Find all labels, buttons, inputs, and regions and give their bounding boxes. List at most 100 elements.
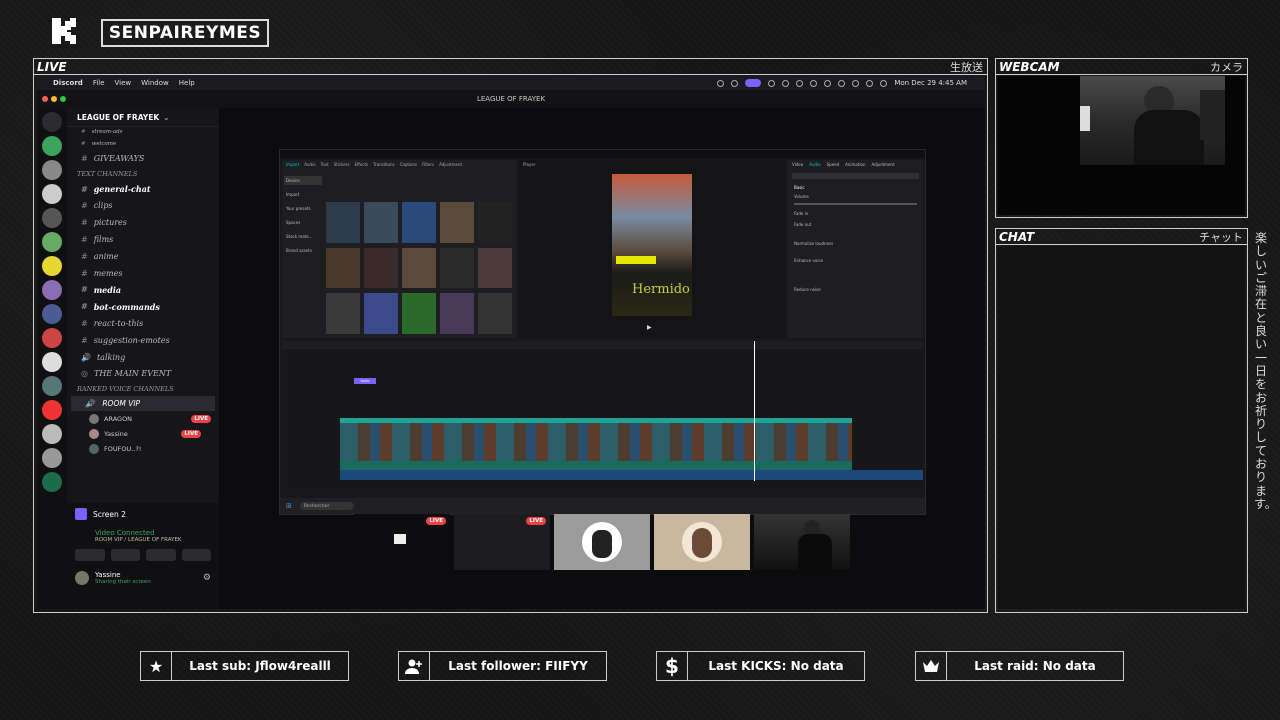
tab-audio-props[interactable]: Audio: [809, 162, 820, 167]
tab-speed[interactable]: Speed: [827, 162, 840, 167]
tab-video[interactable]: Video: [792, 162, 803, 167]
server-icon[interactable]: [42, 376, 62, 396]
basic-toggle-bar[interactable]: [792, 173, 919, 179]
media-thumbnail[interactable]: [478, 293, 512, 334]
text-category[interactable]: TEXT CHANNELS: [67, 167, 219, 181]
tab-effects[interactable]: Effects: [355, 162, 369, 167]
maximize-icon[interactable]: [60, 96, 66, 102]
media-thumbnail[interactable]: [326, 293, 360, 334]
media-thumbnail[interactable]: [402, 293, 436, 334]
server-icon[interactable]: [42, 304, 62, 324]
participant-tile[interactable]: [654, 514, 750, 570]
server-icon[interactable]: [42, 136, 62, 156]
menu-file[interactable]: File: [93, 79, 105, 87]
normalize-label[interactable]: Normalize loudness: [788, 229, 923, 248]
server-icon[interactable]: [42, 232, 62, 252]
channel-films[interactable]: # films: [67, 231, 219, 248]
channel-react-to-this[interactable]: # react-to-this: [67, 315, 219, 332]
windows-start-icon[interactable]: ⊞: [286, 502, 292, 510]
timeline-video-track[interactable]: [340, 418, 852, 471]
channel-talking[interactable]: 🔊 talking: [67, 349, 219, 366]
server-icon[interactable]: [42, 424, 62, 444]
share-screen-button[interactable]: [110, 549, 140, 561]
participant-tile[interactable]: [554, 514, 650, 570]
sidebar-item-import[interactable]: Import: [284, 190, 322, 199]
taskbar-search[interactable]: Rechercher: [299, 502, 354, 510]
close-icon[interactable]: [42, 96, 48, 102]
media-thumbnail[interactable]: [364, 202, 398, 243]
camera-button[interactable]: [75, 549, 105, 561]
channel-pictures[interactable]: # pictures: [67, 214, 219, 231]
menu-view[interactable]: View: [115, 79, 132, 87]
channel-welcome[interactable]: # welcome: [67, 137, 219, 150]
server-icon[interactable]: [42, 256, 62, 276]
voice-member[interactable]: Yassine LIVE: [67, 426, 219, 441]
tab-transitions[interactable]: Transitions: [373, 162, 394, 167]
media-thumbnail[interactable]: [364, 293, 398, 334]
media-thumbnail[interactable]: [402, 202, 436, 243]
channel-suggestion-emotes[interactable]: # suggestion-emotes: [67, 332, 219, 349]
menu-window[interactable]: Window: [141, 79, 169, 87]
media-thumbnail[interactable]: [478, 247, 512, 289]
media-thumbnail[interactable]: [326, 247, 360, 289]
channel-bot-commands[interactable]: # bot-commands: [67, 298, 219, 315]
server-header[interactable]: LEAGUE OF FRAYEK ⌄: [67, 108, 219, 127]
server-icon[interactable]: [42, 448, 62, 468]
channel-media[interactable]: # media: [67, 282, 219, 299]
sidebar-item-device[interactable]: Device: [284, 176, 322, 185]
server-icon[interactable]: [42, 160, 62, 180]
media-thumbnail[interactable]: [326, 202, 360, 243]
window-controls[interactable]: [42, 96, 66, 102]
channel-giveaways[interactable]: # GIVEAWAYS: [67, 150, 219, 167]
tab-audio[interactable]: Audio: [304, 162, 315, 167]
soundboard-button[interactable]: [181, 549, 211, 561]
timeline-audio-track[interactable]: [340, 470, 923, 480]
media-thumbnail[interactable]: [364, 247, 398, 289]
sidebar-item-presets[interactable]: Your presets: [284, 204, 322, 213]
server-icon[interactable]: [42, 400, 62, 420]
participant-tile[interactable]: LIVE: [354, 514, 450, 570]
media-thumbnail[interactable]: [440, 202, 474, 243]
participant-tile[interactable]: LIVE: [454, 514, 550, 570]
sidebar-item-spaces[interactable]: Spaces: [284, 218, 322, 227]
server-icon[interactable]: [42, 208, 62, 228]
gear-icon[interactable]: ⚙: [203, 573, 211, 583]
tab-text[interactable]: Text: [321, 162, 329, 167]
channel-stream-ads[interactable]: # stream-ads: [67, 127, 219, 137]
channel-general-chat[interactable]: # general-chat: [67, 181, 219, 198]
voice-member[interactable]: ARAGON LIVE: [67, 411, 219, 426]
server-icon[interactable]: [42, 280, 62, 300]
reduce-label[interactable]: Reduce noise: [788, 265, 923, 294]
tab-animation[interactable]: Animation: [845, 162, 865, 167]
minimize-icon[interactable]: [51, 96, 57, 102]
discord-home-icon[interactable]: [42, 112, 62, 132]
tab-filters[interactable]: Filters: [422, 162, 434, 167]
media-thumbnail[interactable]: [440, 247, 474, 289]
tab-import[interactable]: Import: [286, 162, 299, 167]
menu-help[interactable]: Help: [179, 79, 195, 87]
tab-adjustment[interactable]: Adjustment: [439, 162, 462, 167]
menu-discord[interactable]: Discord: [53, 79, 83, 87]
voice-category[interactable]: RANKED VOICE CHANNELS: [67, 382, 219, 396]
server-icon[interactable]: [42, 472, 62, 492]
channel-anime[interactable]: # anime: [67, 248, 219, 265]
server-icon[interactable]: [42, 328, 62, 348]
enhance-label[interactable]: Enhance voice: [788, 248, 923, 265]
activities-button[interactable]: [146, 549, 176, 561]
screen-share-row[interactable]: Screen 2: [67, 503, 219, 525]
playhead[interactable]: [754, 341, 755, 481]
media-thumbnail[interactable]: [402, 247, 436, 289]
media-thumbnail[interactable]: [478, 202, 512, 243]
avatar[interactable]: [75, 571, 89, 585]
server-icon[interactable]: [42, 184, 62, 204]
voice-channel-room-vip[interactable]: 🔊 ROOM VIP: [71, 396, 215, 412]
channel-memes[interactable]: # memes: [67, 265, 219, 282]
sidebar-item-stock[interactable]: Stock mate...: [284, 232, 322, 241]
sidebar-item-brand[interactable]: Brand assets: [284, 246, 322, 255]
tab-captions[interactable]: Captions: [400, 162, 418, 167]
channel-main-event[interactable]: ◎ THE MAIN EVENT: [67, 366, 219, 383]
participant-tile[interactable]: [754, 514, 850, 570]
channel-clips[interactable]: # clips: [67, 198, 219, 215]
tab-stickers[interactable]: Stickers: [334, 162, 350, 167]
tab-adjustment-props[interactable]: Adjustment: [872, 162, 895, 167]
